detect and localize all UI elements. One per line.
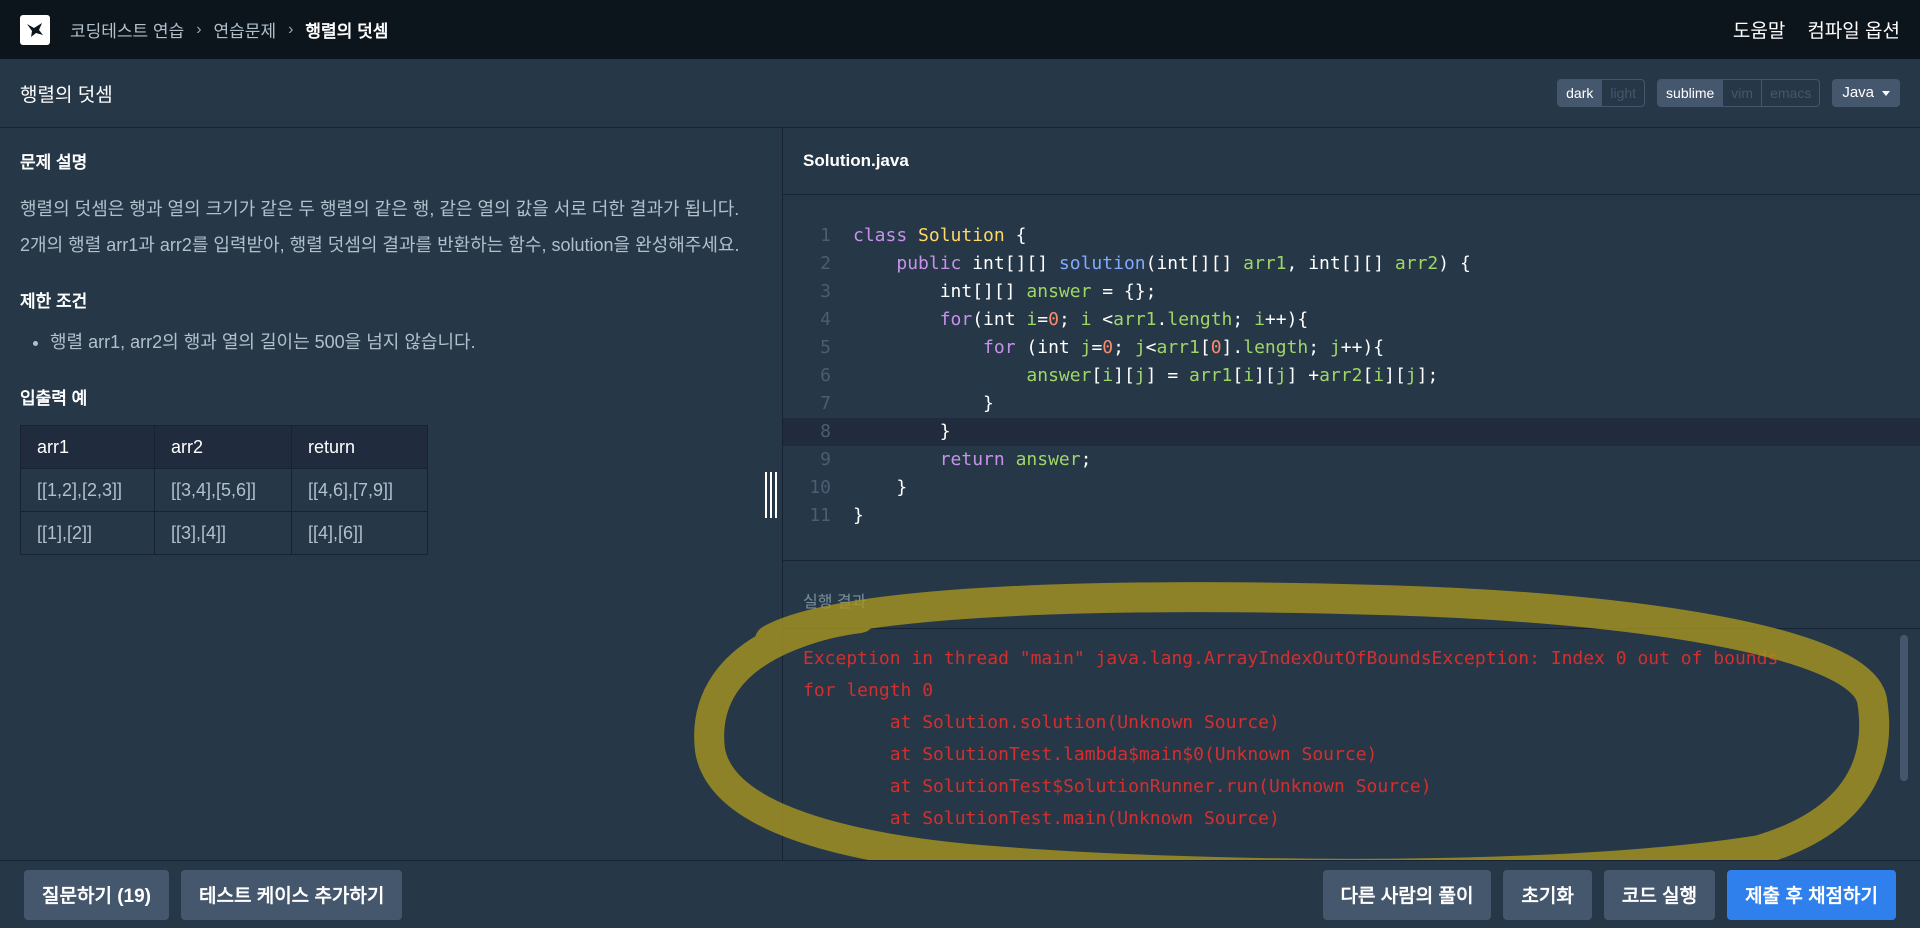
code-line[interactable]: 9 return answer;: [783, 446, 1920, 474]
line-number: 2: [820, 253, 831, 274]
code-area[interactable]: 1 class Solution { 2 public int[][] soluti…: [783, 222, 1920, 530]
io-example-title: 입출력 예: [20, 389, 88, 408]
language-select[interactable]: Java: [1832, 79, 1900, 107]
line-number: 5: [820, 337, 831, 358]
limits-list: 행렬 arr1, arr2의 행과 열의 길이는 500을 넘지 않습니다.: [20, 328, 762, 354]
code-text: class Solution {: [853, 225, 1027, 246]
file-tab: Solution.java: [783, 128, 1920, 195]
code-text: answer[i][j] = arr1[i][j] +arr2[i][j];: [1026, 365, 1439, 386]
code-text: for (int j=0; j<arr1[0].length; j++){: [983, 337, 1385, 358]
code-line[interactable]: 4 for(int i=0; i <arr1.length; i++){: [783, 306, 1920, 334]
line-number: 10: [809, 477, 831, 498]
table-cell: [[4],[6]]: [291, 511, 428, 555]
keymap-toggle: sublime vim emacs: [1657, 79, 1821, 107]
code-line[interactable]: 6 answer[i][j] = arr1[i][j] +arr2[i][j];: [783, 362, 1920, 390]
code-line[interactable]: 1 class Solution {: [783, 222, 1920, 250]
keymap-emacs-button[interactable]: emacs: [1761, 80, 1819, 106]
keymap-vim-button[interactable]: vim: [1722, 80, 1761, 106]
top-nav: 코딩테스트 연습 › 연습문제 › 행렬의 덧셈 도움말 컴파일 옵션: [0, 0, 1920, 59]
code-line[interactable]: 10 }: [783, 474, 1920, 502]
table-cell: [[3,4],[5,6]]: [154, 468, 292, 512]
io-example-table: arr1 arr2 return [[1,2],[2,3]] [[3,4],[5…: [20, 425, 428, 555]
language-select-value: Java: [1842, 84, 1874, 101]
results-output: Exception in thread "main" java.lang.Arr…: [803, 648, 1779, 829]
vertical-resize-handle-icon[interactable]: [765, 472, 777, 518]
code-line[interactable]: 5 for (int j=0; j<arr1[0].length; j++){: [783, 334, 1920, 362]
breadcrumb-coding-test[interactable]: 코딩테스트 연습: [70, 17, 184, 42]
results-panel: 실행 결과 Exception in thread "main" java.la…: [783, 560, 1920, 860]
chevron-right-icon: ›: [196, 20, 202, 38]
help-link[interactable]: 도움말: [1733, 16, 1785, 43]
column-header-arr2: arr2: [154, 425, 292, 469]
column-header-return: return: [291, 425, 428, 469]
line-number: 8: [820, 421, 831, 442]
theme-toggle: dark light: [1557, 79, 1646, 107]
code-editor: Solution.java 1 class Solution { 2 public …: [783, 128, 1920, 560]
ask-question-button[interactable]: 질문하기 (19): [24, 869, 169, 920]
results-scrollbar[interactable]: [1900, 635, 1908, 781]
problem-panel: 문제 설명 행렬의 덧셈은 행과 열의 크기가 같은 두 행렬의 같은 행, 같…: [0, 128, 782, 860]
line-number: 6: [820, 365, 831, 386]
add-testcase-button[interactable]: 테스트 케이스 추가하기: [181, 869, 403, 920]
run-code-button[interactable]: 코드 실행: [1603, 869, 1716, 920]
breadcrumb: 코딩테스트 연습 › 연습문제 › 행렬의 덧셈: [70, 17, 388, 42]
submit-button[interactable]: 제출 후 채점하기: [1727, 869, 1896, 920]
theme-light-button[interactable]: light: [1601, 80, 1644, 106]
code-text: }: [853, 477, 908, 498]
description-title: 문제 설명: [20, 153, 88, 172]
theme-dark-button[interactable]: dark: [1558, 80, 1602, 106]
line-number: 1: [820, 225, 831, 246]
code-line[interactable]: 7 }: [783, 390, 1920, 418]
code-line[interactable]: 8 }: [783, 418, 1920, 446]
code-text: return answer;: [939, 449, 1092, 470]
code-text: }: [853, 393, 994, 414]
table-row: [[1],[2]] [[3],[4]] [[4],[6]]: [20, 511, 428, 555]
problem-description: 행렬의 덧셈은 행과 열의 크기가 같은 두 행렬의 같은 행, 같은 열의 값…: [20, 199, 740, 255]
breadcrumb-practice[interactable]: 연습문제: [214, 17, 277, 42]
column-header-arr1: arr1: [20, 425, 155, 469]
breadcrumb-current: 행렬의 덧셈: [305, 22, 389, 41]
code-text: }: [853, 421, 951, 442]
table-cell: [[1,2],[2,3]]: [20, 468, 155, 512]
code-line[interactable]: 11}: [783, 502, 1920, 530]
code-text: int[][] answer = {};: [853, 281, 1157, 302]
results-title: 실행 결과: [783, 561, 1920, 629]
caret-down-icon: [1882, 90, 1890, 96]
table-row: [[1,2],[2,3]] [[3,4],[5,6]] [[4,6],[7,9]…: [20, 468, 428, 512]
others-solutions-button[interactable]: 다른 사람의 풀이: [1322, 869, 1492, 920]
reset-button[interactable]: 초기화: [1503, 869, 1592, 920]
table-header-row: arr1 arr2 return: [20, 425, 428, 469]
code-line[interactable]: 3 int[][] answer = {};: [783, 278, 1920, 306]
line-number: 4: [820, 309, 831, 330]
table-cell: [[4,6],[7,9]]: [291, 468, 428, 512]
line-number: 9: [820, 449, 831, 470]
page-title: 행렬의 덧셈: [20, 84, 113, 106]
code-line[interactable]: 2 public int[][] solution(int[][] arr1, …: [783, 250, 1920, 278]
line-number: 11: [809, 505, 831, 526]
programmers-logo-icon[interactable]: [20, 14, 50, 45]
line-number: 7: [820, 393, 831, 414]
chevron-right-icon: ›: [288, 20, 294, 38]
limit-item: 행렬 arr1, arr2의 행과 열의 길이는 500을 넘지 않습니다.: [50, 328, 762, 354]
table-cell: [[1],[2]]: [20, 511, 155, 555]
compile-options-link[interactable]: 컴파일 옵션: [1807, 16, 1900, 43]
title-bar: 행렬의 덧셈 dark light sublime vim emacs Java: [0, 59, 1920, 128]
line-number: 3: [820, 281, 831, 302]
keymap-sublime-button[interactable]: sublime: [1658, 80, 1723, 106]
code-text: for(int i=0; i <arr1.length; i++){: [939, 309, 1309, 330]
bottom-bar: 질문하기 (19) 테스트 케이스 추가하기 다른 사람의 풀이 초기화 코드 …: [0, 860, 1920, 928]
code-text: public int[][] solution(int[][] arr1, in…: [896, 253, 1471, 274]
code-text: }: [853, 505, 864, 526]
limits-title: 제한 조건: [20, 292, 88, 311]
table-cell: [[3],[4]]: [154, 511, 292, 555]
